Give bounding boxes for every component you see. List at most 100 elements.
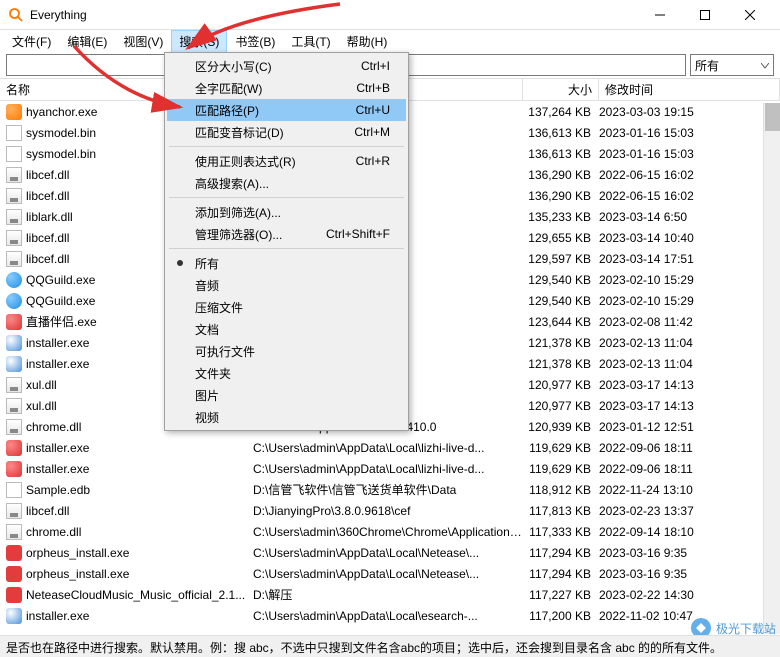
file-name: chrome.dll: [26, 420, 81, 434]
file-path: C:\Users\admin\360Chrome\Chrome\Applicat…: [253, 525, 523, 539]
file-name: liblark.dll: [26, 210, 73, 224]
netease-icon: [6, 566, 22, 582]
file-name: libcef.dll: [26, 189, 69, 203]
menu-shortcut: Ctrl+B: [356, 81, 390, 95]
maximize-button[interactable]: [682, 0, 727, 30]
file-size: 117,813 KB: [523, 504, 599, 518]
file-name: installer.exe: [26, 441, 89, 455]
file-name: sysmodel.bin: [26, 126, 96, 140]
menu-help[interactable]: 帮助(H): [339, 30, 396, 53]
column-date[interactable]: 修改时间: [599, 79, 780, 100]
menu-item-label: 视频: [195, 409, 219, 426]
menu-view[interactable]: 视图(V): [115, 30, 171, 53]
file-row[interactable]: installer.exeC:\Users\admin\AppData\Loca…: [0, 458, 780, 479]
file-row[interactable]: chrome.dllC:\Users\admin\360Chrome\Chrom…: [0, 521, 780, 542]
statusbar: 是否也在路径中进行搜索。默认禁用。例：搜 abc，不选中只搜到文件名含abc的项…: [0, 635, 780, 657]
column-size[interactable]: 大小: [523, 79, 599, 100]
dll-icon: [6, 209, 22, 225]
file-size: 117,294 KB: [523, 567, 599, 581]
menu-item[interactable]: 使用正则表达式(R)Ctrl+R: [167, 150, 406, 172]
menu-item-label: 全字匹配(W): [195, 80, 262, 97]
file-name: installer.exe: [26, 609, 89, 623]
filter-select[interactable]: 所有: [690, 54, 774, 76]
menu-edit[interactable]: 编辑(E): [59, 30, 115, 53]
menu-item[interactable]: 高级搜索(A)...: [167, 172, 406, 194]
menu-shortcut: Ctrl+Shift+F: [326, 227, 390, 241]
file-date: 2023-03-16 9:35: [599, 546, 774, 560]
menu-item-label: 可执行文件: [195, 343, 255, 360]
file-size: 119,629 KB: [523, 441, 599, 455]
window-title: Everything: [30, 8, 637, 22]
menu-item-label: 音频: [195, 277, 219, 294]
file-row[interactable]: Sample.edbD:\信管飞软件\信管飞送货单软件\Data118,912 …: [0, 479, 780, 500]
file-date: 2023-03-17 14:13: [599, 378, 774, 392]
menu-item[interactable]: 区分大小写(C)Ctrl+I: [167, 55, 406, 77]
scroll-thumb[interactable]: [765, 103, 780, 131]
menu-bookmark[interactable]: 书签(B): [227, 30, 283, 53]
file-row[interactable]: orpheus_install.exeC:\Users\admin\AppDat…: [0, 563, 780, 584]
file-date: 2023-02-13 11:04: [599, 357, 774, 371]
dll-icon: [6, 230, 22, 246]
file-size: 129,655 KB: [523, 231, 599, 245]
file-row[interactable]: NeteaseCloudMusic_Music_official_2.1...D…: [0, 584, 780, 605]
dll-icon: [6, 167, 22, 183]
menu-tools[interactable]: 工具(T): [283, 30, 338, 53]
menu-item-label: 使用正则表达式(R): [195, 153, 296, 170]
menu-item[interactable]: 所有: [167, 252, 406, 274]
menu-item[interactable]: 文件夹: [167, 362, 406, 384]
file-size: 135,233 KB: [523, 210, 599, 224]
file-size: 117,227 KB: [523, 588, 599, 602]
file-icon: [6, 482, 22, 498]
file-row[interactable]: installer.exeC:\Users\admin\AppData\Loca…: [0, 437, 780, 458]
dll-icon: [6, 524, 22, 540]
menu-item[interactable]: 管理筛选器(O)...Ctrl+Shift+F: [167, 223, 406, 245]
close-button[interactable]: [727, 0, 772, 30]
menu-item[interactable]: 图片: [167, 384, 406, 406]
menu-item[interactable]: 音频: [167, 274, 406, 296]
scrollbar[interactable]: [763, 103, 780, 634]
file-name: installer.exe: [26, 336, 89, 350]
file-date: 2022-09-06 18:11: [599, 462, 774, 476]
file-date: 2023-03-17 14:13: [599, 399, 774, 413]
menu-shortcut: Ctrl+I: [361, 59, 390, 73]
menu-item[interactable]: 压缩文件: [167, 296, 406, 318]
dll-icon: [6, 251, 22, 267]
menu-item[interactable]: 匹配变音标记(D)Ctrl+M: [167, 121, 406, 143]
file-size: 117,333 KB: [523, 525, 599, 539]
file-size: 121,378 KB: [523, 357, 599, 371]
file-size: 129,540 KB: [523, 273, 599, 287]
app-icon: [8, 7, 24, 23]
menu-item[interactable]: 视频: [167, 406, 406, 428]
minimize-button[interactable]: [637, 0, 682, 30]
file-name: orpheus_install.exe: [26, 546, 129, 560]
menu-item[interactable]: 全字匹配(W) Ctrl+B: [167, 77, 406, 99]
file-row[interactable]: installer.exeC:\Users\admin\AppData\Loca…: [0, 605, 780, 626]
menu-item-label: 文件夹: [195, 365, 231, 382]
file-size: 121,378 KB: [523, 336, 599, 350]
file-date: 2023-02-10 15:29: [599, 273, 774, 287]
menu-item[interactable]: 可执行文件: [167, 340, 406, 362]
file-date: 2023-02-22 14:30: [599, 588, 774, 602]
file-date: 2023-03-14 6:50: [599, 210, 774, 224]
file-row[interactable]: libcef.dllD:\JianyingPro\3.8.0.9618\cef1…: [0, 500, 780, 521]
qq-icon: [6, 272, 22, 288]
menu-search[interactable]: 搜索(S): [171, 30, 227, 53]
file-size: 118,912 KB: [523, 483, 599, 497]
menu-item-label: 匹配路径(P): [195, 102, 259, 119]
chevron-down-icon: [761, 58, 769, 72]
file-name: xul.dll: [26, 399, 57, 413]
file-size: 120,939 KB: [523, 420, 599, 434]
file-size: 117,200 KB: [523, 609, 599, 623]
menu-item-label: 图片: [195, 387, 219, 404]
menu-item[interactable]: 匹配路径(P)Ctrl+U: [167, 99, 406, 121]
menu-item[interactable]: 文档: [167, 318, 406, 340]
dll-icon: [6, 377, 22, 393]
menu-item[interactable]: 添加到筛选(A)...: [167, 201, 406, 223]
menu-file[interactable]: 文件(F): [4, 30, 59, 53]
file-size: 136,613 KB: [523, 126, 599, 140]
file-size: 136,290 KB: [523, 168, 599, 182]
file-row[interactable]: orpheus_install.exeC:\Users\admin\AppDat…: [0, 542, 780, 563]
file-path: C:\Users\admin\AppData\Local\Netease\...: [253, 567, 523, 581]
exe-icon: [6, 356, 22, 372]
file-name: libcef.dll: [26, 252, 69, 266]
